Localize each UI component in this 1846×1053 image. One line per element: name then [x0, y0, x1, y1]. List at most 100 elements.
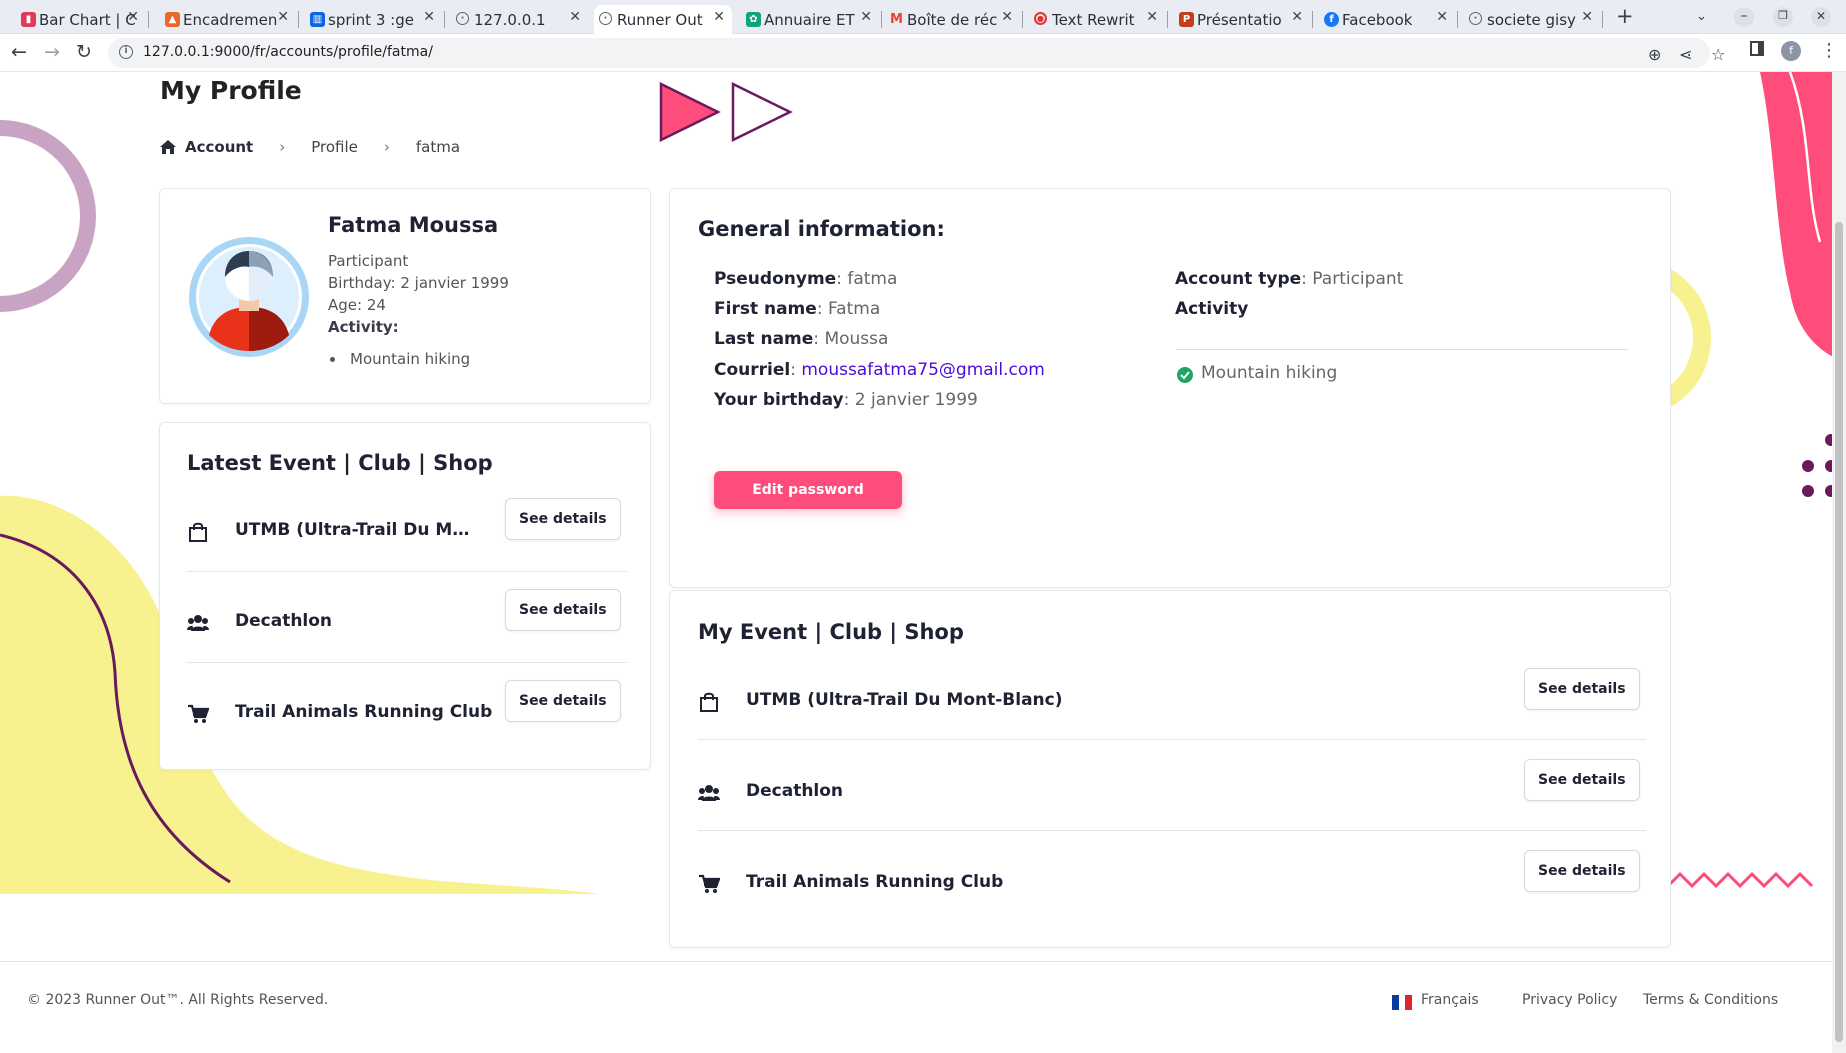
activity-heading: Activity — [1175, 299, 1248, 319]
close-tab-icon[interactable]: ✕ — [1436, 9, 1448, 25]
close-tab-icon[interactable]: ✕ — [569, 9, 581, 25]
new-tab-icon[interactable]: + — [1616, 6, 1634, 27]
list-item: Decathlon See details — [187, 589, 627, 679]
side-panel-icon[interactable] — [1750, 41, 1764, 56]
breadcrumb-account[interactable]: Account — [185, 138, 253, 156]
field-value: Moussa — [824, 329, 889, 349]
tab-search-chevron-icon[interactable]: ⌄ — [1696, 8, 1707, 26]
profile-avatar-icon[interactable]: f — [1781, 41, 1801, 61]
list-item: UTMB (Ultra-Trail Du Mont-Blanc) See det… — [698, 668, 1646, 758]
purple-dot — [1802, 460, 1814, 472]
item-name[interactable]: UTMB (Ultra-Trail Du Mont-Blanc) — [746, 690, 1063, 710]
close-tab-icon[interactable]: ✕ — [277, 9, 289, 25]
see-details-button[interactable]: See details — [1524, 668, 1640, 710]
see-details-button[interactable]: See details — [1524, 759, 1640, 801]
share-icon[interactable]: ⋖ — [1679, 45, 1692, 64]
chevron-right-icon: › — [279, 138, 286, 156]
close-tab-icon[interactable]: ✕ — [423, 9, 435, 25]
page-viewport: My Profile Account › Profile › fatma Fat… — [0, 72, 1846, 1053]
url-field[interactable]: i 127.0.0.1:9000/fr/accounts/profile/fat… — [108, 38, 1725, 68]
close-tab-icon[interactable]: ✕ — [1581, 9, 1593, 25]
breadcrumb-profile[interactable]: Profile — [311, 138, 358, 156]
profile-activity-item: Mountain hiking — [350, 350, 471, 368]
tab-separator — [1312, 11, 1313, 28]
field-label: Pseudonyme — [714, 269, 837, 289]
shopping-cart-icon — [188, 704, 209, 723]
browser-tab[interactable]: · 127.0.0.1 ✕ — [451, 5, 588, 34]
browser-tab[interactable]: ▮ Bar Chart | C ✕ — [16, 5, 146, 34]
latest-event-club-shop-card: Latest Event | Club | Shop UTMB (Ultra-T… — [159, 422, 651, 770]
close-tab-icon[interactable]: ✕ — [1146, 9, 1158, 25]
activity-heading-text: Activity — [1175, 299, 1249, 319]
item-name[interactable]: Trail Animals Running Club — [235, 702, 492, 722]
browser-tab[interactable]: ▥ sprint 3 :ge ✕ — [305, 5, 442, 34]
terms-conditions-link[interactable]: Terms & Conditions — [1643, 992, 1778, 1008]
browser-tab[interactable]: ▲ Encadremen ✕ — [160, 5, 296, 34]
scrollbar-thumb[interactable] — [1835, 222, 1843, 1042]
outline-triangle-shape — [731, 81, 793, 143]
shopping-bag-icon — [189, 522, 207, 542]
close-tab-icon[interactable]: ✕ — [713, 9, 725, 25]
field-value: Participant — [1312, 269, 1404, 289]
more-menu-icon[interactable]: ⋮ — [1820, 40, 1838, 61]
browser-tab-active[interactable]: · Runner Out ✕ — [594, 5, 732, 34]
minimize-icon[interactable]: – — [1734, 7, 1754, 27]
zoom-icon[interactable]: ⊕ — [1648, 45, 1661, 64]
pseudonyme-row: Pseudonyme: fatma — [714, 269, 898, 289]
list-item: Decathlon See details — [698, 759, 1646, 849]
edit-password-button[interactable]: Edit password — [714, 471, 902, 509]
see-details-button[interactable]: See details — [505, 589, 621, 631]
field-label: Account type — [1175, 269, 1302, 289]
gmail-favicon-icon: M — [890, 12, 903, 27]
bookmark-star-icon[interactable]: ☆ — [1711, 45, 1725, 64]
see-details-button[interactable]: See details — [505, 498, 621, 540]
forward-arrow-icon[interactable]: → — [44, 42, 60, 62]
browser-tab[interactable]: M Boîte de réc ✕ — [884, 5, 1020, 34]
globe-favicon-icon: · — [456, 12, 469, 25]
powerpoint-favicon-icon: P — [1179, 12, 1194, 27]
divider — [187, 662, 627, 663]
see-details-button[interactable]: See details — [505, 680, 621, 722]
close-window-icon[interactable]: ✕ — [1811, 7, 1831, 27]
general-info-title: General information: — [698, 217, 945, 241]
back-arrow-icon[interactable]: ← — [11, 42, 27, 62]
page-scrollbar[interactable] — [1832, 72, 1846, 1053]
profile-birthday: Birthday: 2 janvier 1999 — [328, 274, 509, 292]
item-name[interactable]: Trail Animals Running Club — [746, 872, 1003, 892]
profile-name: Fatma Moussa — [328, 213, 499, 237]
rewriter-favicon-icon: ● — [1034, 12, 1047, 25]
tab-label: Facebook — [1342, 10, 1413, 29]
browser-tab[interactable]: ✿ Annuaire ET ✕ — [741, 5, 879, 34]
browser-tab[interactable]: ● Text Rewrit ✕ — [1029, 5, 1165, 34]
item-name[interactable]: Decathlon — [235, 611, 332, 631]
close-tab-icon[interactable]: ✕ — [860, 9, 872, 25]
restore-icon[interactable]: ❐ — [1773, 7, 1793, 27]
tab-label: Runner Out — [617, 10, 703, 29]
item-name[interactable]: UTMB (Ultra-Trail Du Mont-Blanc) — [235, 520, 481, 540]
privacy-policy-link[interactable]: Privacy Policy — [1522, 992, 1617, 1008]
field-label: Courriel — [714, 360, 791, 380]
globe-favicon-icon: · — [599, 12, 612, 25]
reload-icon[interactable]: ↻ — [76, 42, 92, 62]
divider — [1176, 349, 1628, 350]
close-tab-icon[interactable]: ✕ — [127, 9, 139, 25]
url-text[interactable]: 127.0.0.1:9000/fr/accounts/profile/fatma… — [143, 44, 433, 60]
group-icon — [698, 785, 720, 801]
email-link[interactable]: moussafatma75@gmail.com — [801, 360, 1044, 380]
see-details-button[interactable]: See details — [1524, 850, 1640, 892]
browser-tab[interactable]: f Facebook ✕ — [1319, 5, 1455, 34]
site-info-icon[interactable]: i — [119, 45, 133, 59]
email-row: Courriel: moussafatma75@gmail.com — [714, 360, 1045, 380]
close-tab-icon[interactable]: ✕ — [1001, 9, 1013, 25]
home-icon — [160, 140, 176, 154]
close-tab-icon[interactable]: ✕ — [1291, 9, 1303, 25]
account-type-row: Account type: Participant — [1175, 269, 1404, 289]
field-value: fatma — [847, 269, 898, 289]
language-selector[interactable]: Français — [1421, 992, 1479, 1008]
item-name[interactable]: Decathlon — [746, 781, 843, 801]
globe-favicon-icon: · — [1469, 12, 1482, 25]
tab-label: Text Rewrit — [1052, 10, 1135, 29]
breadcrumb: Account › Profile › fatma — [160, 138, 460, 156]
browser-tab[interactable]: P Présentatio ✕ — [1174, 5, 1310, 34]
browser-tab[interactable]: · societe gisy ✕ — [1464, 5, 1600, 34]
